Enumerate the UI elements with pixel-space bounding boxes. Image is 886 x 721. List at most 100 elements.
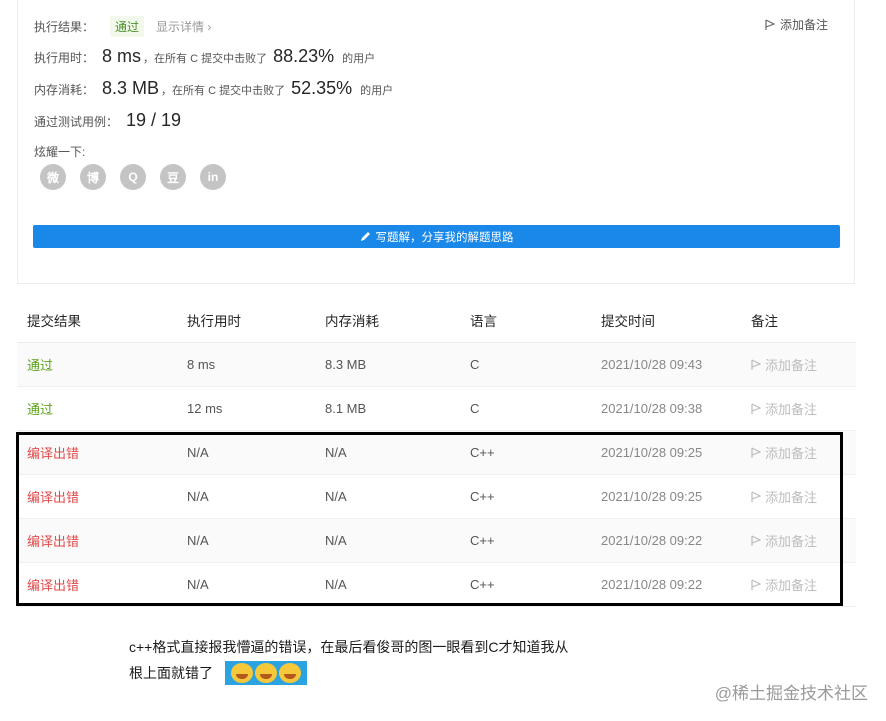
share-row: 炫耀一下: <box>34 143 85 160</box>
flag-icon <box>751 490 761 502</box>
memory-cell: N/A <box>325 489 347 504</box>
add-note-label: 添加备注 <box>765 578 818 593</box>
memory-value: 8.3 MB <box>102 78 160 98</box>
header-result: 提交结果 <box>27 314 81 329</box>
result-link[interactable]: 通过 <box>17 355 187 374</box>
watermark: @稀土掘金技术社区 <box>714 684 868 703</box>
language-cell: C++ <box>470 445 495 460</box>
tests-value: 19 / 19 <box>126 110 182 130</box>
add-note-button[interactable]: 添加备注 <box>765 16 828 33</box>
share-label: 炫耀一下: <box>34 145 86 159</box>
runtime-cell: 8 ms <box>187 357 216 372</box>
submission-result-card: 执行结果： 通过 显示详情 › 添加备注 执行用时： 8 ms ，在所有 C 提… <box>17 0 855 284</box>
add-note-button[interactable]: 添加备注 <box>751 531 856 550</box>
add-note-label: 添加备注 <box>765 446 818 461</box>
table-row: 通过 8 ms 8.3 MB C 2021/10/28 09:43 添加备注 <box>17 343 856 387</box>
laughing-emoji-group <box>225 661 307 685</box>
memory-cell: 8.3 MB <box>325 357 367 372</box>
header-runtime: 执行用时 <box>187 314 241 329</box>
caption: c++格式直接报我懵逼的错误，在最后看俊哥的图一眼看到C才知道我从 根上面就错了 <box>129 634 568 686</box>
result-label: 执行结果： <box>34 20 95 34</box>
table-header: 提交结果 执行用时 内存消耗 语言 提交时间 备注 <box>17 298 856 343</box>
runtime-beat-text: ，在所有 C 提交中击败了 <box>143 53 268 65</box>
table-row: 编译出错 N/A N/A C++ 2021/10/28 09:22 添加备注 <box>17 563 856 607</box>
submit-time-cell: 2021/10/28 09:25 <box>601 445 703 460</box>
show-details-link[interactable]: 显示详情 › <box>156 18 211 35</box>
social-share-icons: 微 博 Q 豆 in <box>40 164 226 190</box>
memory-cell: N/A <box>325 577 347 592</box>
header-submit-time: 提交时间 <box>601 314 655 329</box>
runtime-cell: N/A <box>187 577 209 592</box>
result-row: 执行结果： 通过 显示详情 › <box>34 16 211 37</box>
runtime-cell: N/A <box>187 533 209 548</box>
add-note-button[interactable]: 添加备注 <box>751 399 856 418</box>
language-cell: C++ <box>470 489 495 504</box>
laughing-emoji-icon <box>279 663 301 683</box>
runtime-cell: 12 ms <box>187 401 223 416</box>
memory-tail: 的用户 <box>360 85 394 97</box>
add-note-label: 添加备注 <box>765 490 818 505</box>
result-link[interactable]: 编译出错 <box>17 575 187 594</box>
language-cell: C <box>470 357 480 372</box>
add-note-label: 添加备注 <box>765 358 818 373</box>
header-note: 备注 <box>751 314 778 329</box>
memory-label: 内存消耗： <box>34 83 95 97</box>
flag-icon <box>751 578 761 590</box>
runtime-value: 8 ms <box>102 46 142 66</box>
submit-time-cell: 2021/10/28 09:43 <box>601 357 703 372</box>
runtime-cell: N/A <box>187 489 209 504</box>
tests-row: 通过测试用例： 19 / 19 <box>34 110 183 131</box>
result-link[interactable]: 编译出错 <box>17 531 187 550</box>
add-note-label: 添加备注 <box>765 534 818 549</box>
wechat-icon[interactable]: 微 <box>40 164 66 190</box>
add-note-button[interactable]: 添加备注 <box>751 443 856 462</box>
table-row: 编译出错 N/A N/A C++ 2021/10/28 09:22 添加备注 <box>17 519 856 563</box>
memory-cell: N/A <box>325 533 347 548</box>
laughing-emoji-icon <box>255 663 277 683</box>
table-body: 通过 8 ms 8.3 MB C 2021/10/28 09:43 添加备注 通过 12 ms… <box>17 343 856 607</box>
caption-line-2: 根上面就错了 <box>129 665 213 681</box>
language-cell: C <box>470 401 480 416</box>
runtime-label: 执行用时： <box>34 51 95 65</box>
submissions-table: 提交结果 执行用时 内存消耗 语言 提交时间 备注 通过 8 ms 8.3 MB C 2… <box>17 298 856 607</box>
submit-time-cell: 2021/10/28 09:38 <box>601 401 703 416</box>
flag-icon <box>751 534 761 546</box>
header-language: 语言 <box>470 314 497 329</box>
weibo-icon[interactable]: 博 <box>80 164 106 190</box>
memory-row: 内存消耗： 8.3 MB ，在所有 C 提交中击败了 52.35% 的用户 <box>34 78 393 99</box>
result-link[interactable]: 编译出错 <box>17 443 187 462</box>
tests-label: 通过测试用例： <box>34 115 119 129</box>
add-note-button[interactable]: 添加备注 <box>751 487 856 506</box>
runtime-percent: 88.23% <box>273 46 335 66</box>
caption-line-1: c++格式直接报我懵逼的错误，在最后看俊哥的图一眼看到C才知道我从 <box>129 639 569 655</box>
memory-cell: N/A <box>325 445 347 460</box>
submit-time-cell: 2021/10/28 09:22 <box>601 577 703 592</box>
memory-beat-text: ，在所有 C 提交中击败了 <box>161 85 286 97</box>
linkedin-icon[interactable]: in <box>200 164 226 190</box>
flag-icon <box>765 18 775 30</box>
douban-icon[interactable]: 豆 <box>160 164 186 190</box>
memory-percent: 52.35% <box>291 78 353 98</box>
add-note-label: 添加备注 <box>779 18 828 32</box>
pencil-icon <box>360 232 370 241</box>
submit-time-cell: 2021/10/28 09:22 <box>601 533 703 548</box>
write-solution-button[interactable]: 写题解，分享我的解题思路 <box>33 225 840 248</box>
memory-cell: 8.1 MB <box>325 401 367 416</box>
result-link[interactable]: 通过 <box>17 399 187 418</box>
runtime-row: 执行用时： 8 ms ，在所有 C 提交中击败了 88.23% 的用户 <box>34 46 375 67</box>
table-row: 编译出错 N/A N/A C++ 2021/10/28 09:25 添加备注 <box>17 475 856 519</box>
laughing-emoji-icon <box>231 663 253 683</box>
add-note-button[interactable]: 添加备注 <box>751 355 856 374</box>
runtime-tail: 的用户 <box>342 53 376 65</box>
qq-icon[interactable]: Q <box>120 164 146 190</box>
result-link[interactable]: 编译出错 <box>17 487 187 506</box>
table-row: 编译出错 N/A N/A C++ 2021/10/28 09:25 添加备注 <box>17 431 856 475</box>
flag-icon <box>751 402 761 414</box>
language-cell: C++ <box>470 533 495 548</box>
add-note-button[interactable]: 添加备注 <box>751 575 856 594</box>
flag-icon <box>751 446 761 458</box>
header-memory: 内存消耗 <box>325 314 379 329</box>
table-row: 通过 12 ms 8.1 MB C 2021/10/28 09:38 添加备注 <box>17 387 856 431</box>
language-cell: C++ <box>470 577 495 592</box>
write-solution-label: 写题解，分享我的解题思路 <box>375 231 514 244</box>
